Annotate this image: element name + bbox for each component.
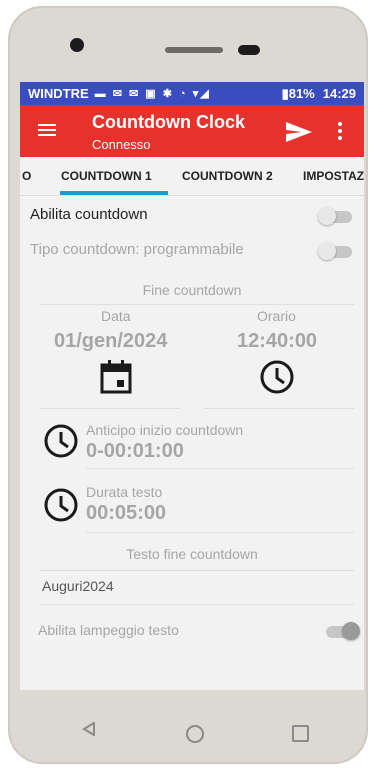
menu-icon[interactable] <box>38 121 56 141</box>
home-icon[interactable] <box>186 725 204 743</box>
text-underline <box>40 604 354 605</box>
clock-icon[interactable] <box>44 488 78 522</box>
app-bar: Countdown Clock Connesso <box>20 105 364 157</box>
connection-status: Connesso <box>92 137 151 152</box>
tab-previous[interactable]: O <box>22 169 31 183</box>
end-countdown-title: Fine countdown <box>142 282 242 298</box>
countdown-type-switch[interactable] <box>318 242 352 260</box>
end-text-title: Testo fine countdown <box>126 546 258 562</box>
clock-icon[interactable] <box>260 360 294 394</box>
tab-countdown-1[interactable]: COUNTDOWN 1 <box>61 169 152 183</box>
front-camera <box>70 38 84 52</box>
blink-text-switch[interactable] <box>326 622 360 640</box>
enable-countdown-label: Abilita countdown <box>30 206 148 223</box>
duration-underline <box>86 532 354 533</box>
divider <box>40 304 354 305</box>
blink-text-label: Abilita lampeggio testo <box>38 622 179 638</box>
time-underline <box>204 408 354 409</box>
time-value[interactable]: 12:40:00 <box>237 330 317 353</box>
carrier-name: WINDTRE <box>28 86 89 101</box>
app-title: Countdown Clock <box>92 112 245 132</box>
date-label: Data <box>101 308 131 324</box>
clock-time: 14:29 <box>322 86 356 101</box>
date-underline <box>40 408 180 409</box>
screen: WINDTRE ▬ ✉ ✉ ▣ ✱ ◔ ▾◢ ▮ 81% 14:29 Count… <box>20 82 364 690</box>
time-label: Orario <box>257 308 296 324</box>
overflow-menu-icon[interactable] <box>330 119 350 143</box>
proximity-sensor <box>238 45 260 55</box>
status-bar: WINDTRE ▬ ✉ ✉ ▣ ✱ ◔ ▾◢ ▮ 81% 14:29 <box>20 82 364 105</box>
date-value[interactable]: 01/gen/2024 <box>54 330 167 353</box>
active-tab-indicator <box>60 191 168 195</box>
advance-value[interactable]: 0-00:01:00 <box>86 440 184 463</box>
send-icon[interactable] <box>284 120 314 144</box>
battery-level: 81% <box>288 86 315 101</box>
status-icons: ▬ ✉ ✉ ▣ ✱ ◔ ▾◢ <box>94 88 211 100</box>
advance-underline <box>86 468 354 469</box>
duration-label: Durata testo <box>86 484 163 500</box>
end-text-input[interactable]: Auguri2024 <box>42 578 114 594</box>
clock-icon[interactable] <box>44 424 78 458</box>
tab-bar: O COUNTDOWN 1 COUNTDOWN 2 IMPOSTAZ <box>20 157 364 196</box>
advance-label: Anticipo inizio countdown <box>86 422 244 438</box>
calendar-icon[interactable] <box>100 360 132 394</box>
back-icon[interactable] <box>82 722 96 736</box>
earpiece-speaker <box>165 47 223 53</box>
battery-icon: ▮ <box>281 85 289 101</box>
tab-countdown-2[interactable]: COUNTDOWN 2 <box>182 169 273 183</box>
navigation-bar <box>20 690 364 764</box>
divider <box>40 570 354 571</box>
duration-value[interactable]: 00:05:00 <box>86 502 166 525</box>
countdown-type-label: Tipo countdown: programmabile <box>30 241 244 258</box>
enable-countdown-switch[interactable] <box>318 207 352 225</box>
tab-settings[interactable]: IMPOSTAZ <box>303 169 364 183</box>
recent-apps-icon[interactable] <box>292 725 309 742</box>
